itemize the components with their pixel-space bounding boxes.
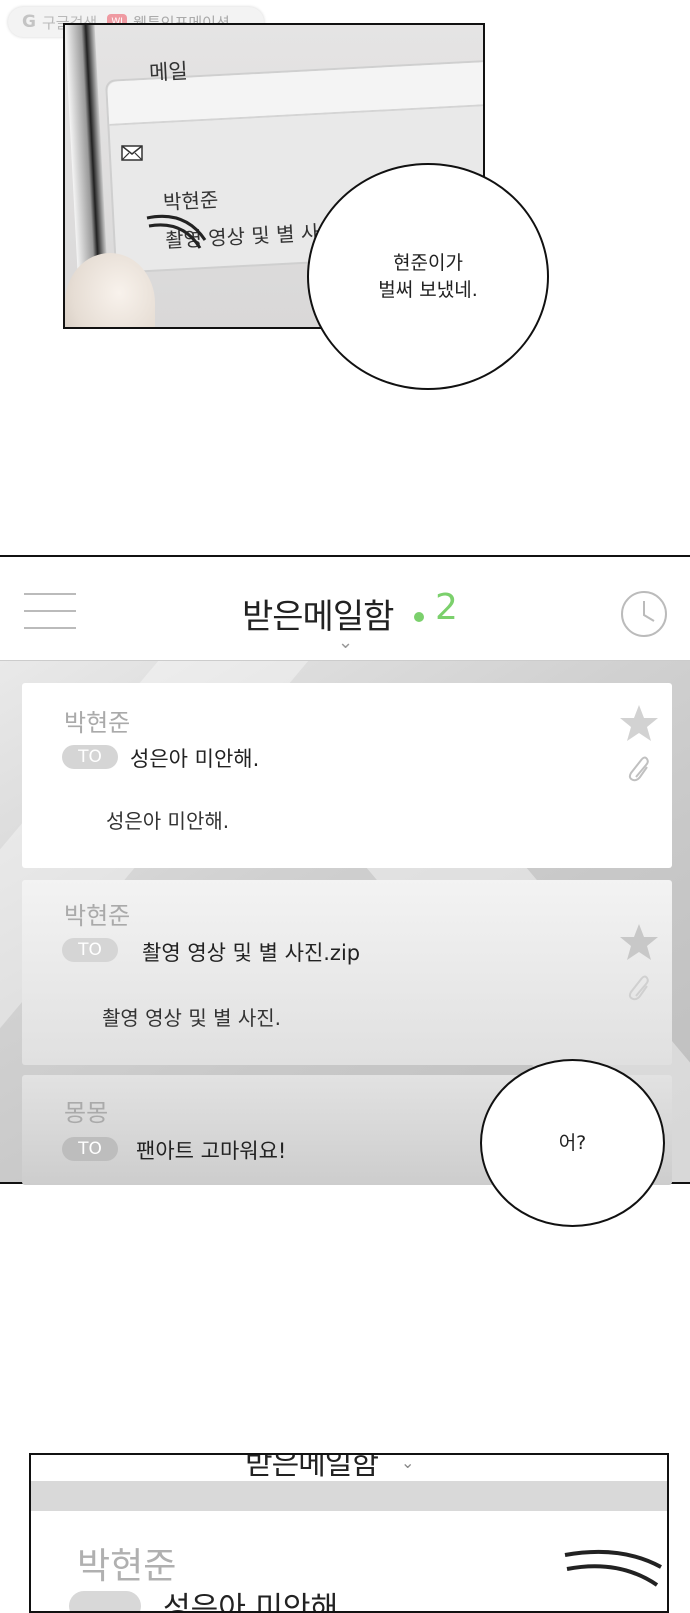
inbox-title: 받은메일함 xyxy=(245,1453,379,1482)
envelope-icon xyxy=(121,145,143,161)
motion-lines xyxy=(564,1549,662,1587)
list-item[interactable]: 박현준 TO 성은아 미안해. 성은아 미안해. xyxy=(22,683,672,868)
chevron-down-icon[interactable]: ⌄ xyxy=(338,632,353,653)
mail-preview: 촬영 영상 및 별 사진. xyxy=(102,1006,281,1030)
motion-lines xyxy=(146,214,207,249)
speech-bubble: 현준이가 벌써 보냈네. xyxy=(307,163,549,390)
mail-sender: 박현준 xyxy=(64,709,131,737)
to-badge: TO xyxy=(62,938,118,962)
list-item[interactable]: 박현준 TO 촬영 영상 및 별 사진.zip 촬영 영상 및 별 사진. xyxy=(22,880,672,1065)
star-icon[interactable] xyxy=(618,922,660,962)
unread-count: 2 xyxy=(435,587,458,628)
speech-bubble: 어? xyxy=(480,1059,665,1227)
to-badge xyxy=(69,1591,141,1611)
panel-inbox-closeup: 받은메일함 ⌄ 박현준 성은아 미안해 xyxy=(29,1453,669,1613)
mail-sender: 박현준 xyxy=(64,902,131,930)
mail-subject: 성은아 미안해 xyxy=(163,1591,339,1613)
clock-icon[interactable] xyxy=(620,590,668,638)
speech-text: 어? xyxy=(558,1131,587,1154)
paperclip-icon xyxy=(628,756,649,782)
inbox-header: 받은메일함 2 ⌄ xyxy=(0,557,690,660)
star-icon[interactable] xyxy=(618,703,660,743)
to-badge: TO xyxy=(62,1137,118,1161)
chevron-down-icon: ⌄ xyxy=(401,1453,415,1472)
mail-sender: 박현준 xyxy=(77,1546,177,1587)
mail-subject: 팬아트 고마워요! xyxy=(136,1139,287,1163)
mail-sender: 몽몽 xyxy=(64,1099,109,1127)
inbox-title[interactable]: 받은메일함 xyxy=(242,589,394,638)
unread-dot xyxy=(414,612,424,622)
google-g-icon: G xyxy=(22,12,36,32)
paperclip-icon xyxy=(628,975,649,1001)
speech-text: 현준이가 벌써 보냈네. xyxy=(378,251,478,301)
mail-subject: 촬영 영상 및 별 사진.zip xyxy=(142,941,361,965)
header-divider xyxy=(31,1481,667,1511)
menu-icon[interactable] xyxy=(24,593,76,631)
mail-subject: 성은아 미안해. xyxy=(130,747,260,771)
mail-preview: 성은아 미안해. xyxy=(106,809,230,833)
to-badge: TO xyxy=(62,745,118,769)
notification-title: 메일 xyxy=(148,59,189,85)
